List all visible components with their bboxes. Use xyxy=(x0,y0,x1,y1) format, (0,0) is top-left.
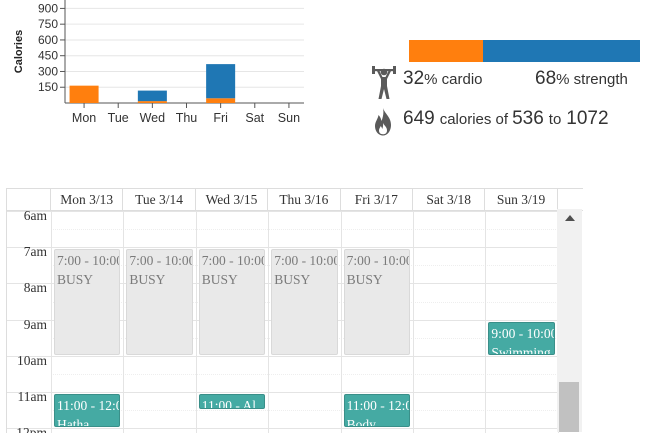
hour-gridline xyxy=(7,428,558,430)
class-event[interactable]: 11:00 - 12:00 Hatha xyxy=(54,394,121,428)
class-event[interactable]: 11:00 - 12:00 Body xyxy=(343,394,410,428)
time-label: 6am xyxy=(23,208,47,223)
bar xyxy=(69,85,99,103)
event-time: 7:00 - 10:00 xyxy=(129,253,193,269)
y-tick-label: 600 xyxy=(38,33,58,47)
busy-block[interactable]: 7:00 - 10:00 BUSY xyxy=(343,249,410,355)
day-header: Fri 3/17 xyxy=(341,189,413,210)
day-header: Sun 3/19 xyxy=(485,189,558,210)
bar xyxy=(206,64,236,99)
event-time: 11:00 - 12:00 xyxy=(57,398,119,413)
day-column-divider xyxy=(413,211,414,433)
flame-icon xyxy=(375,108,391,136)
hour-gridline xyxy=(7,355,558,357)
x-tick-label: Sat xyxy=(245,111,264,125)
event-time: 11:00 - Al xyxy=(201,398,257,410)
time-label: 11am xyxy=(17,389,48,404)
class-event[interactable]: 9:00 - 10:00 Swimming xyxy=(488,321,555,355)
event-time: 9:00 - 10:00 xyxy=(491,325,555,341)
strength-percent: 68 xyxy=(535,68,557,89)
weekly-calendar: Mon 3/13 Tue 3/14 Wed 3/15 Thu 3/16 Fri 3/17… xyxy=(6,188,583,433)
busy-block[interactable]: 7:00 - 10:00 BUSY xyxy=(198,249,266,355)
time-label: 8am xyxy=(23,280,47,296)
class-event[interactable]: 11:00 - Al xyxy=(198,394,266,410)
x-tick-label: Mon xyxy=(72,111,96,125)
busy-block[interactable]: 7:00 - 10:00 BUSY xyxy=(271,249,338,355)
x-tick-label: Tue xyxy=(108,111,129,125)
calorie-summary: 649 calories of 536 to 1072 xyxy=(403,108,609,130)
event-time: 7:00 - 10:00 xyxy=(201,253,266,269)
day-column-divider xyxy=(268,211,270,433)
day-header: Wed 3/15 xyxy=(196,189,269,210)
bar xyxy=(137,101,167,103)
calories-bar-chart: 150300450600750900CaloriesMon Tue Wed Thu Fr… xyxy=(13,0,304,125)
calendar-header: Mon 3/13 Tue 3/14 Wed 3/15 Thu 3/16 Fri 3/17… xyxy=(7,189,583,211)
cardio-strength-ratio-bar xyxy=(409,40,640,62)
event-title: Hatha xyxy=(57,417,90,428)
y-tick-label: 750 xyxy=(38,17,58,31)
day-header: Tue 3/14 xyxy=(123,189,196,210)
busy-block[interactable]: 7:00 - 10:00 BUSY xyxy=(126,249,193,355)
x-tick-label: Fri xyxy=(213,111,228,125)
x-tick-label: Sun xyxy=(278,111,300,125)
cardio-percent: 32 xyxy=(403,68,425,89)
day-header: Mon 3/13 xyxy=(51,189,124,210)
cardio-segment xyxy=(409,40,483,62)
calorie-range-high: 1072 xyxy=(566,108,609,129)
event-time: 7:00 - 10:00 xyxy=(274,253,338,269)
event-title: BUSY xyxy=(57,272,94,288)
y-tick-label: 450 xyxy=(38,49,58,63)
busy-block[interactable]: 7:00 - 10:00 BUSY xyxy=(54,249,121,355)
day-column-divider xyxy=(485,211,487,433)
hour-gridline xyxy=(7,247,558,249)
event-title: BUSY xyxy=(129,272,166,288)
half-hour-gridline xyxy=(51,229,558,231)
bar xyxy=(206,98,236,103)
x-tick-label: Wed xyxy=(140,111,166,125)
calendar-scrollbar[interactable] xyxy=(557,209,582,432)
bar xyxy=(137,90,167,102)
event-title: BUSY xyxy=(274,272,311,288)
day-header: Thu 3/16 xyxy=(268,189,341,210)
person-lifting-icon xyxy=(372,66,396,99)
calendar-grid: 6am 7am 8am 9am 10am 11am 12pm 7:00 - 10:00 BUSY… xyxy=(7,208,559,433)
y-tick-label: 150 xyxy=(38,80,58,94)
event-time: 7:00 - 10:00 xyxy=(57,253,121,269)
time-gutter-header xyxy=(7,189,51,210)
day-header: Sat 3/18 xyxy=(413,189,486,210)
calorie-range-low: 536 xyxy=(512,108,544,129)
day-column-divider xyxy=(195,211,197,433)
event-title: Body xyxy=(346,417,376,428)
y-axis-label: Calories xyxy=(13,30,25,73)
strength-summary: 68 % strength xyxy=(535,68,628,90)
calories-value: 649 xyxy=(403,108,435,129)
time-label: 10am xyxy=(17,352,47,368)
strength-segment xyxy=(482,40,640,62)
half-hour-gridline xyxy=(51,410,558,412)
cardio-label: % cardio xyxy=(424,71,483,88)
strength-label: % strength xyxy=(556,71,628,88)
half-hour-gridline xyxy=(51,373,558,375)
hour-gridline xyxy=(7,211,558,212)
event-time: 11:00 - 12:00 xyxy=(346,398,409,413)
y-tick-label: 900 xyxy=(38,1,58,15)
scroll-up-arrow-icon[interactable] xyxy=(565,215,575,221)
cardio-summary: 32 % cardio xyxy=(403,68,483,90)
y-tick-label: 300 xyxy=(38,64,58,78)
calorie-range-to: to xyxy=(548,111,562,128)
event-title: BUSY xyxy=(201,272,238,288)
scrollbar-thumb[interactable] xyxy=(559,382,579,432)
event-time: 7:00 - 10:00 xyxy=(346,253,410,269)
time-label: 7am xyxy=(23,244,47,260)
x-tick-label: Thu xyxy=(176,111,198,125)
calories-of-label: calories of xyxy=(439,111,509,128)
event-title: Swimming xyxy=(491,344,551,355)
event-title: BUSY xyxy=(346,272,383,288)
day-column-divider xyxy=(123,211,125,433)
day-column-divider xyxy=(340,211,342,433)
time-label: 9am xyxy=(23,316,47,332)
hour-gridline xyxy=(7,392,558,393)
day-column-divider xyxy=(51,211,52,433)
